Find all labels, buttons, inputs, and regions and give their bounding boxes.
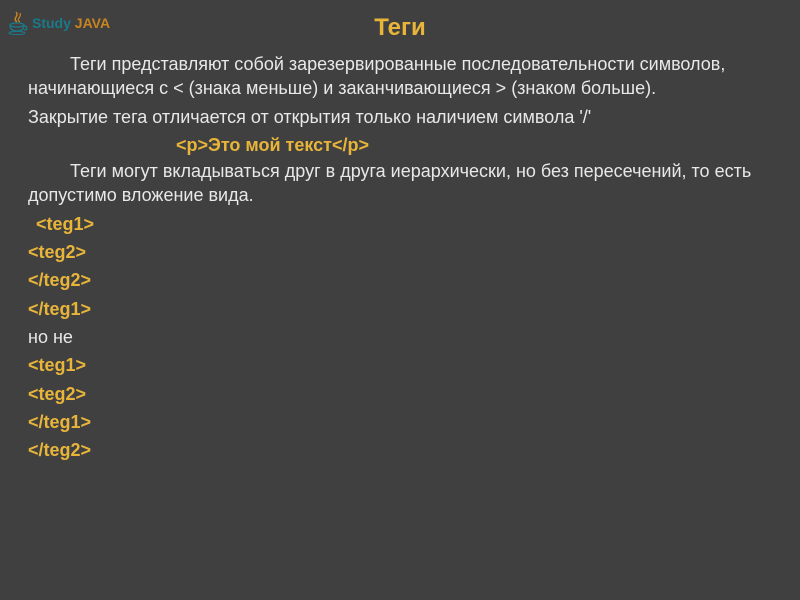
java-cup-icon <box>8 10 28 36</box>
slide-title: Теги <box>0 0 800 42</box>
code-teg2-open: <teg2> <box>28 240 772 264</box>
but-not-text: но не <box>28 325 772 349</box>
example-code: <p>Это мой текст</p> <box>28 133 772 157</box>
code-teg2-close: </teg2> <box>28 268 772 292</box>
logo-java: JAVA <box>75 15 110 31</box>
code-wrong-teg1-open: <teg1> <box>28 353 772 377</box>
logo-study: Study <box>32 15 71 31</box>
code-wrong-teg1-close: </teg1> <box>28 410 772 434</box>
code-teg1-open: <teg1> <box>28 212 772 236</box>
code-teg1-close: </teg1> <box>28 297 772 321</box>
logo-text: Study JAVA <box>32 15 110 31</box>
paragraph-1: Теги представляют собой зарезервированны… <box>28 52 772 101</box>
logo: Study JAVA <box>8 10 110 36</box>
paragraph-3: Теги могут вкладываться друг в друга иер… <box>28 159 772 208</box>
paragraph-2: Закрытие тега отличается от открытия тол… <box>28 105 772 129</box>
code-wrong-teg2-open: <teg2> <box>28 382 772 406</box>
slide-content: Теги представляют собой зарезервированны… <box>0 52 800 462</box>
code-wrong-teg2-close: </teg2> <box>28 438 772 462</box>
